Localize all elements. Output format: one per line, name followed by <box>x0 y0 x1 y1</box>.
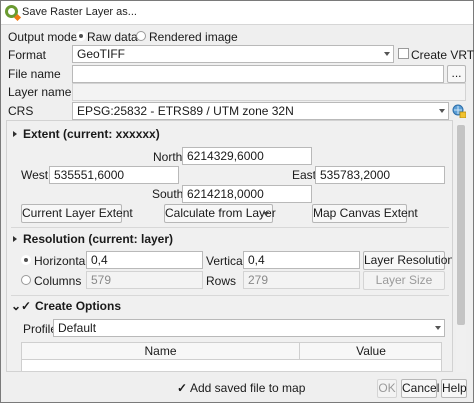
west-input[interactable]: 535551,6000 <box>49 166 179 184</box>
collapse-arrow-down-icon[interactable]: ⌄ <box>11 299 21 313</box>
save-raster-dialog: Save Raster Layer as... Output mode Raw … <box>0 0 474 403</box>
vertical-label: Vertical <box>206 254 246 268</box>
map-canvas-extent-button[interactable]: Map Canvas Extent <box>312 204 418 223</box>
section-divider <box>11 295 449 296</box>
file-name-input[interactable] <box>72 65 444 83</box>
layer-size-button[interactable]: Layer Size <box>363 271 445 290</box>
collapse-arrow-icon[interactable] <box>13 236 17 242</box>
profile-label: Profile <box>23 322 58 336</box>
options-table-body[interactable] <box>21 360 442 371</box>
value-column-header[interactable]: Value <box>301 343 441 359</box>
profile-value: Default <box>58 321 97 335</box>
columns-input[interactable]: 579 <box>86 271 203 289</box>
browse-button[interactable]: ... <box>447 65 466 83</box>
name-column-header[interactable]: Name <box>22 343 300 359</box>
crs-label: CRS <box>8 104 34 118</box>
current-layer-extent-button[interactable]: Current Layer Extent <box>21 204 133 223</box>
collapse-arrow-icon[interactable] <box>13 131 17 137</box>
rows-label: Rows <box>206 274 237 288</box>
add-saved-file-label[interactable]: Add saved file to map <box>190 381 305 395</box>
create-vrt-checkbox[interactable] <box>398 48 409 59</box>
format-label: Format <box>8 48 47 62</box>
help-button[interactable]: Help <box>441 379 467 398</box>
window-title: Save Raster Layer as... <box>22 6 137 18</box>
north-input[interactable]: 6214329,6000 <box>182 147 312 165</box>
horizontal-label[interactable]: Horizontal <box>34 254 88 268</box>
calculate-from-layer-label: Calculate from Layer <box>165 206 276 220</box>
rows-input[interactable]: 279 <box>243 271 360 289</box>
extent-title[interactable]: Extent (current: xxxxxx) <box>23 127 160 141</box>
create-vrt-label[interactable]: Create VRT <box>411 48 474 62</box>
rendered-image-radio[interactable] <box>136 31 146 41</box>
crs-select[interactable]: EPSG:25832 - ETRS89 / UTM zone 32N <box>72 102 449 120</box>
resolution-title[interactable]: Resolution (current: layer) <box>23 232 173 246</box>
panel-scrollbar[interactable] <box>456 123 466 372</box>
create-options-title[interactable]: Create Options <box>35 299 121 313</box>
section-divider <box>11 227 449 228</box>
east-label: East <box>292 168 317 182</box>
create-options-check[interactable]: ✓ <box>21 299 31 313</box>
calculate-from-layer-button[interactable]: Calculate from Layer <box>164 204 276 223</box>
dropdown-arrow-icon <box>263 212 269 216</box>
crs-value: EPSG:25832 - ETRS89 / UTM zone 32N <box>77 104 294 118</box>
layer-name-input[interactable] <box>72 83 466 101</box>
qgis-logo-icon <box>5 5 18 18</box>
crs-selector-icon[interactable] <box>452 104 467 119</box>
cancel-button[interactable]: Cancel <box>401 379 439 398</box>
chevron-down-icon <box>384 52 390 56</box>
options-table-header: Name Value <box>21 342 442 360</box>
horizontal-radio[interactable] <box>21 255 31 265</box>
south-label: South <box>152 187 184 201</box>
raw-data-radio[interactable] <box>76 31 86 41</box>
west-label: West <box>21 168 49 182</box>
chevron-down-icon <box>439 109 445 113</box>
file-name-label: File name <box>8 67 61 81</box>
vertical-input[interactable]: 0,4 <box>243 251 360 269</box>
profile-select[interactable]: Default <box>53 319 445 337</box>
title-bar[interactable]: Save Raster Layer as... <box>1 1 473 25</box>
north-label: North <box>153 150 183 164</box>
rendered-image-label[interactable]: Rendered image <box>149 30 238 44</box>
columns-radio[interactable] <box>21 275 31 285</box>
columns-label[interactable]: Columns <box>34 274 81 288</box>
ok-button[interactable]: OK <box>377 379 397 398</box>
chevron-down-icon <box>435 326 441 330</box>
format-select[interactable]: GeoTIFF <box>72 45 394 63</box>
east-input[interactable]: 535783,2000 <box>315 166 445 184</box>
layer-resolution-button[interactable]: Layer Resolution <box>363 251 452 270</box>
add-saved-check-icon[interactable]: ✓ <box>177 381 187 395</box>
layer-name-label: Layer name <box>8 85 72 99</box>
horizontal-input[interactable]: 0,4 <box>86 251 203 269</box>
scrollbar-thumb[interactable] <box>457 125 465 325</box>
output-mode-label: Output mode <box>8 30 78 44</box>
options-panel: Extent (current: xxxxxx) North 6214329,6… <box>6 120 453 372</box>
format-value: GeoTIFF <box>77 47 126 61</box>
south-input[interactable]: 6214218,0000 <box>182 185 312 203</box>
raw-data-label[interactable]: Raw data <box>87 30 138 44</box>
